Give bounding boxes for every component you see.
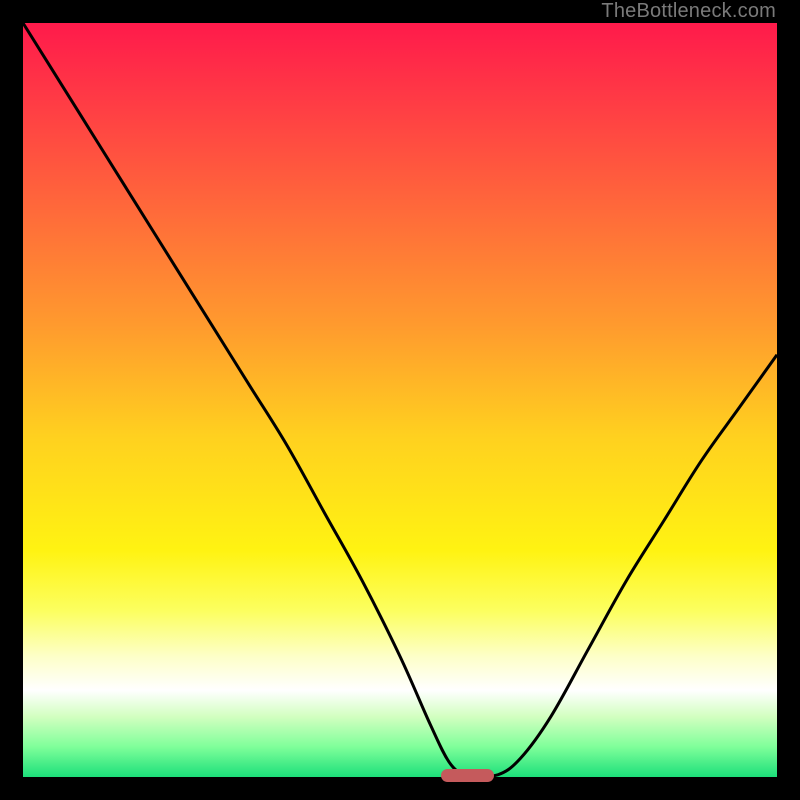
min-marker	[441, 769, 494, 782]
curve-layer	[23, 23, 777, 777]
chart-frame: TheBottleneck.com	[0, 0, 800, 800]
attribution-label: TheBottleneck.com	[601, 0, 776, 23]
bottleneck-curve	[23, 23, 777, 776]
